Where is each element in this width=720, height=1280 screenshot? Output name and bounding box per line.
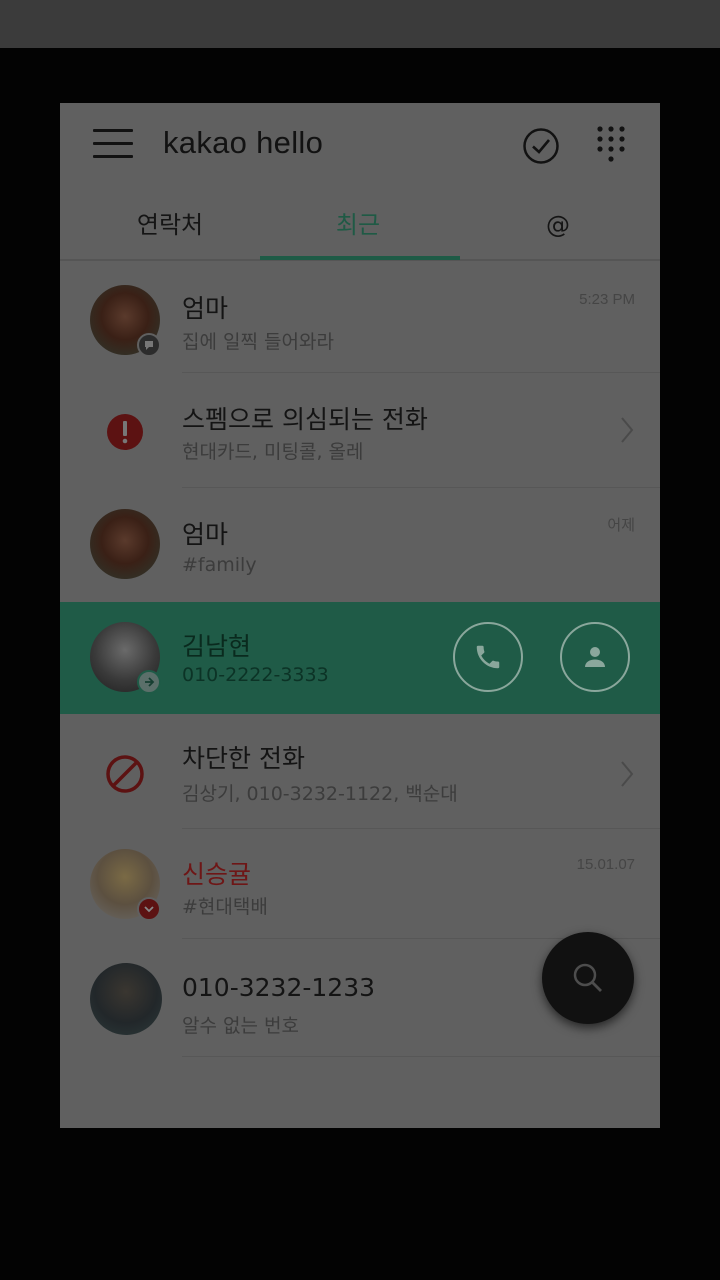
blocked-icon xyxy=(105,754,145,794)
status-bar xyxy=(0,0,720,48)
phone-icon xyxy=(476,645,500,669)
missed-call-icon xyxy=(137,897,161,921)
tab-indicator xyxy=(260,256,460,260)
chevron-right-icon xyxy=(620,416,634,444)
call-subtitle: #family xyxy=(182,554,257,576)
call-time: 어제 xyxy=(607,517,635,534)
avatar xyxy=(90,963,162,1035)
list-item[interactable]: 스펨으로 의심되는 전화 현대카드, 미팅콜, 올레 xyxy=(60,373,660,488)
message-icon xyxy=(137,333,161,357)
menu-icon[interactable] xyxy=(93,129,133,159)
tab-contacts[interactable]: 연락처 xyxy=(70,187,270,259)
tab-bar: 연락처 최근 @ xyxy=(60,187,660,261)
divider xyxy=(182,1056,660,1057)
list-item-selected[interactable]: 김남현 010-2222-3333 xyxy=(60,602,660,714)
contact-name: 엄마 xyxy=(182,520,229,549)
avatar xyxy=(90,849,161,921)
spam-warning-icon xyxy=(106,413,144,451)
search-button[interactable] xyxy=(542,932,634,1024)
avatar xyxy=(90,622,161,694)
contact-name: 엄마 xyxy=(182,294,229,323)
list-item[interactable]: 엄마 #family 어제 xyxy=(60,488,660,602)
app-bar: kakao hello xyxy=(60,103,660,187)
contact-name: 김남현 xyxy=(182,632,252,661)
tab-recent[interactable]: 최근 xyxy=(258,187,458,259)
search-icon xyxy=(573,963,602,992)
call-subtitle: 김상기, 010-3232-1122, 백순대 xyxy=(182,783,458,805)
app-title: kakao hello xyxy=(163,125,324,160)
call-subtitle: 알수 없는 번호 xyxy=(182,1015,299,1037)
call-subtitle: #현대택배 xyxy=(182,896,268,918)
contact-name: 스펨으로 의심되는 전화 xyxy=(182,405,428,434)
outgoing-call-icon xyxy=(137,670,161,694)
avatar xyxy=(90,285,161,357)
call-subtitle: 010-2222-3333 xyxy=(182,664,329,686)
call-time: 5:23 PM xyxy=(579,291,635,308)
contact-name: 차단한 전화 xyxy=(182,744,305,773)
person-icon xyxy=(585,647,605,667)
tab-mentions[interactable]: @ xyxy=(458,187,658,259)
dialpad-icon[interactable] xyxy=(596,125,626,165)
contact-profile-button[interactable] xyxy=(560,622,630,692)
contact-name: 신승귤 xyxy=(182,860,252,889)
list-item[interactable]: 차단한 전화 김상기, 010-3232-1122, 백순대 xyxy=(60,714,660,829)
list-item[interactable]: 엄마 집에 일찍 들어와라 5:23 PM xyxy=(60,261,660,373)
call-subtitle: 현대카드, 미팅콜, 올레 xyxy=(182,441,364,463)
app-window: kakao hello 연락처 최근 @ 엄마 집에 일찍 들어와라 5:23 … xyxy=(60,103,660,1128)
check-circle-icon[interactable] xyxy=(522,127,560,165)
call-button[interactable] xyxy=(453,622,523,692)
chevron-right-icon xyxy=(620,760,634,788)
list-item[interactable]: 신승귤 #현대택배 15.01.07 xyxy=(60,829,660,939)
call-time: 15.01.07 xyxy=(576,856,635,873)
call-subtitle: 집에 일찍 들어와라 xyxy=(182,331,334,353)
contact-name: 010-3232-1233 xyxy=(182,973,376,1002)
avatar xyxy=(90,509,160,579)
